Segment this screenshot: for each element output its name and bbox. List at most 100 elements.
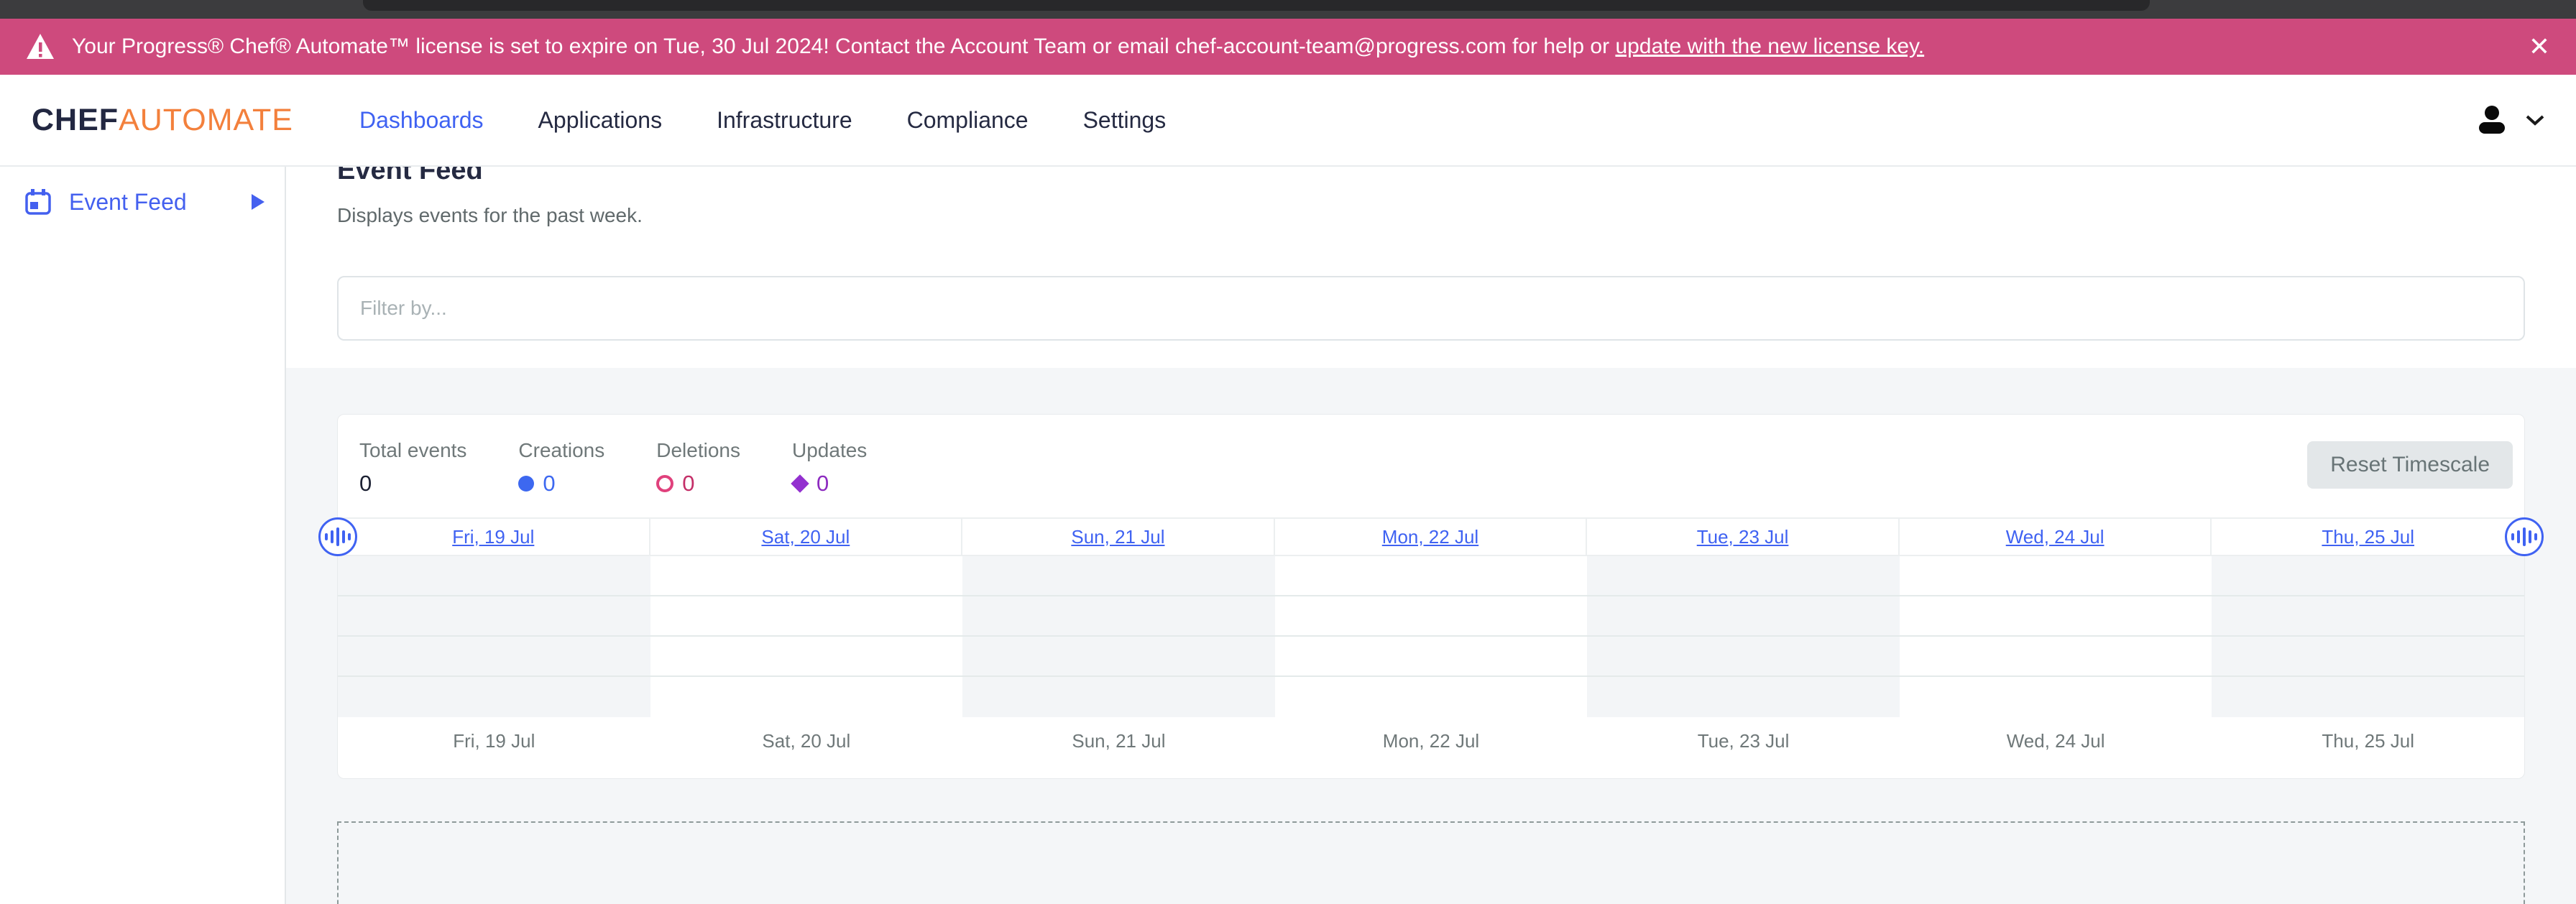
day-link[interactable]: Sat, 20 Jul [761, 526, 850, 548]
day-link[interactable]: Sun, 21 Jul [1071, 526, 1164, 548]
event-grid [338, 556, 2524, 717]
day-link[interactable]: Fri, 19 Jul [452, 526, 534, 548]
stat-number: 0 [543, 471, 555, 497]
grid-cell [1587, 677, 1900, 717]
day-label: Wed, 24 Jul [1900, 730, 2212, 752]
nav-item-compliance[interactable]: Compliance [907, 107, 1029, 134]
grid-cell [338, 677, 650, 717]
day-link[interactable]: Mon, 22 Jul [1382, 526, 1478, 548]
grid-cell [2212, 596, 2524, 637]
stat-value: 0 [656, 471, 740, 497]
event-summary-card: Total events 0 Creations 0 Deletions 0 U… [337, 414, 2525, 779]
grid-cell [650, 596, 963, 637]
stat-total-events: Total events 0 [359, 439, 466, 497]
grid-cell [650, 677, 963, 717]
grid-cell [338, 556, 650, 596]
open-circle-icon [656, 475, 673, 492]
day-label: Mon, 22 Jul [1275, 730, 1588, 752]
browser-chrome-bar [0, 0, 2576, 19]
browser-tab-remnant [363, 0, 2150, 11]
grid-cell [962, 596, 1275, 637]
day-link-cell: Tue, 23 Jul [1587, 519, 1900, 555]
diamond-icon [791, 474, 809, 492]
grid-cell [1275, 677, 1588, 717]
filter-input[interactable] [337, 276, 2525, 341]
stat-value: 0 [518, 471, 604, 497]
main-content: Event Feed Displays events for the past … [286, 167, 2576, 904]
grid-cell [2212, 637, 2524, 677]
day-label: Sat, 20 Jul [650, 730, 963, 752]
grid-cell [650, 637, 963, 677]
events-section: Total events 0 Creations 0 Deletions 0 U… [286, 414, 2576, 904]
grid-cell [650, 556, 963, 596]
day-link-cell: Fri, 19 Jul [338, 519, 650, 555]
day-link[interactable]: Wed, 24 Jul [2006, 526, 2104, 548]
equalizer-icon [2511, 533, 2514, 540]
calendar-icon [24, 188, 52, 216]
page-subtitle: Displays events for the past week. [337, 206, 2525, 226]
day-link[interactable]: Thu, 25 Jul [2322, 526, 2414, 548]
close-icon[interactable]: ✕ [2529, 34, 2550, 60]
day-label: Sun, 21 Jul [962, 730, 1275, 752]
nav-item-infrastructure[interactable]: Infrastructure [717, 107, 852, 134]
day-link-cell: Thu, 25 Jul [2212, 519, 2524, 555]
equalizer-icon [325, 533, 328, 540]
nav-item-settings[interactable]: Settings [1083, 107, 1167, 134]
day-link-cell: Wed, 24 Jul [1900, 519, 2212, 555]
grid-cell [338, 596, 650, 637]
stat-label: Total events [359, 439, 466, 462]
main-nav: Dashboards Applications Infrastructure C… [359, 107, 1166, 134]
grid-cell [1900, 556, 2212, 596]
sidebar: Event Feed [0, 167, 286, 904]
sidebar-item-label: Event Feed [69, 189, 187, 216]
grid-cell [1587, 637, 1900, 677]
update-license-link[interactable]: update with the new license key. [1615, 34, 1924, 58]
license-banner: Your Progress® Chef® Automate™ license i… [0, 19, 2576, 75]
user-menu[interactable] [2475, 103, 2544, 137]
stat-label: Updates [792, 439, 867, 462]
logo-chef-text: CHEF [32, 103, 119, 137]
reset-timescale-button[interactable]: Reset Timescale [2307, 441, 2513, 489]
stat-creations: Creations 0 [518, 439, 604, 497]
grid-cell [1587, 556, 1900, 596]
filled-circle-icon [518, 476, 534, 492]
stat-value: 0 [359, 471, 466, 497]
grid-cell [2212, 677, 2524, 717]
stat-number: 0 [816, 471, 829, 497]
stat-label: Creations [518, 439, 604, 462]
grid-cell [962, 637, 1275, 677]
app-header: CHEFAUTOMATE Dashboards Applications Inf… [0, 75, 2576, 167]
timeline-day-links-row: Fri, 19 Jul Sat, 20 Jul Sun, 21 Jul Mon,… [338, 517, 2524, 556]
chef-automate-logo[interactable]: CHEFAUTOMATE [32, 103, 293, 138]
event-timeline: Fri, 19 Jul Sat, 20 Jul Sun, 21 Jul Mon,… [338, 517, 2524, 760]
day-label: Tue, 23 Jul [1587, 730, 1900, 752]
empty-drop-zone [337, 821, 2525, 904]
chevron-down-icon [2526, 114, 2544, 126]
nav-item-dashboards[interactable]: Dashboards [359, 107, 484, 134]
page-title: Event Feed [337, 167, 2525, 184]
sidebar-item-event-feed[interactable]: Event Feed [0, 181, 285, 223]
warning-triangle-icon [26, 33, 55, 60]
day-link-cell: Sat, 20 Jul [650, 519, 963, 555]
stat-value: 0 [792, 471, 867, 497]
day-link[interactable]: Tue, 23 Jul [1697, 526, 1789, 548]
grid-cell [1587, 596, 1900, 637]
stat-updates: Updates 0 [792, 439, 867, 497]
person-icon [2475, 103, 2508, 137]
timescale-handle-left[interactable] [318, 517, 357, 556]
page: Your Progress® Chef® Automate™ license i… [0, 0, 2576, 904]
day-link-cell: Sun, 21 Jul [962, 519, 1275, 555]
grid-cell [1900, 596, 2212, 637]
day-label: Thu, 25 Jul [2212, 730, 2524, 752]
grid-cell [1275, 637, 1588, 677]
stat-number: 0 [682, 471, 694, 497]
nav-item-applications[interactable]: Applications [538, 107, 663, 134]
expand-arrow-icon [252, 194, 264, 210]
grid-cell [338, 637, 650, 677]
grid-cell [1275, 596, 1588, 637]
timeline-day-labels-row: Fri, 19 Jul Sat, 20 Jul Sun, 21 Jul Mon,… [338, 717, 2524, 760]
grid-cell [962, 677, 1275, 717]
license-banner-message: Your Progress® Chef® Automate™ license i… [72, 34, 1924, 59]
timescale-handle-right[interactable] [2505, 517, 2544, 556]
grid-cell [2212, 556, 2524, 596]
